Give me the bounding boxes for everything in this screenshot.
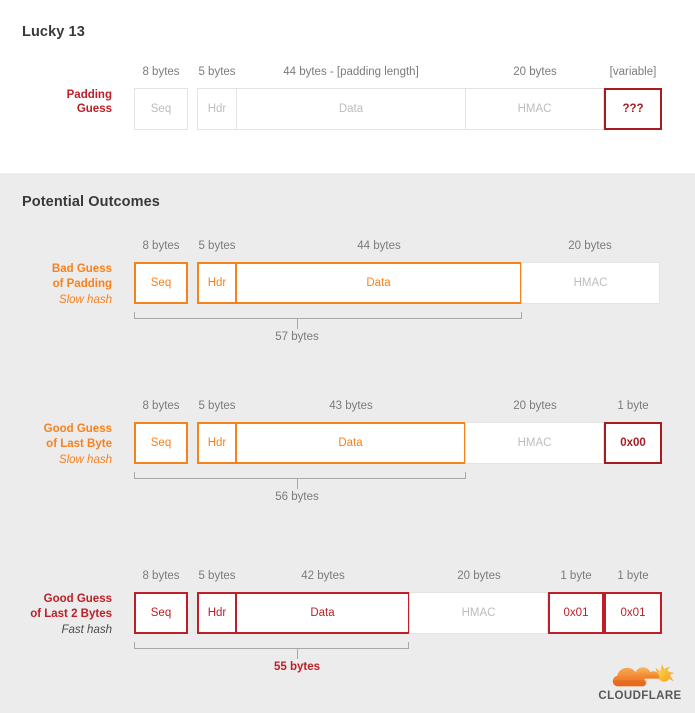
caption-hmac: 20 bytes bbox=[568, 240, 612, 252]
caption-byte-2: 1 byte bbox=[617, 570, 649, 582]
measurement-tick bbox=[297, 319, 298, 329]
field-data[interactable]: Data bbox=[235, 592, 410, 634]
caption-data: 44 bytes - [padding length] bbox=[283, 66, 419, 78]
measurement-tick bbox=[297, 649, 298, 659]
field-seq[interactable]: Seq bbox=[134, 592, 188, 634]
outcome-1-label-line2: of Last Byte bbox=[46, 438, 112, 450]
field-hmac[interactable]: HMAC bbox=[521, 262, 660, 304]
cloudflare-wordmark: CLOUDFLARE bbox=[598, 690, 682, 702]
outcome-1-sublabel: Slow hash bbox=[58, 454, 112, 466]
cloudflare-logo: CLOUDFLARE bbox=[596, 662, 684, 706]
field-data[interactable]: Data bbox=[235, 262, 522, 304]
field-padding-byte-1[interactable]: 0x01 bbox=[548, 592, 604, 634]
outcome-1-label-line1: Good Guess bbox=[43, 423, 112, 435]
outcome-row-good-guess-1byte: Good Guess of Last Byte Slow hash 8 byte… bbox=[0, 396, 695, 516]
field-data[interactable]: Data bbox=[236, 88, 466, 130]
caption-byte-1: 1 byte bbox=[560, 570, 592, 582]
caption-seq: 8 bytes bbox=[142, 570, 180, 582]
caption-variable: [variable] bbox=[609, 66, 657, 78]
field-hmac[interactable]: HMAC bbox=[465, 422, 604, 464]
outcome-0-label-line2: of Padding bbox=[52, 278, 112, 290]
potential-outcomes-title: Potential Outcomes bbox=[22, 194, 160, 210]
outcome-0-sublabel: Slow hash bbox=[58, 294, 112, 306]
caption-seq: 8 bytes bbox=[142, 66, 180, 78]
outcome-0-label-line1: Bad Guess bbox=[51, 263, 112, 275]
caption-hdr: 5 bytes bbox=[198, 66, 236, 78]
padding-guess-row: Padding Guess 8 bytes 5 bytes 44 bytes -… bbox=[0, 62, 695, 142]
measurement-bracket bbox=[134, 642, 409, 649]
caption-hmac: 20 bytes bbox=[513, 400, 557, 412]
cloudflare-cloud-icon bbox=[612, 664, 675, 687]
caption-hdr: 5 bytes bbox=[198, 240, 236, 252]
field-seq[interactable]: Seq bbox=[134, 262, 188, 304]
caption-seq: 8 bytes bbox=[142, 240, 180, 252]
measurement-label: 55 bytes bbox=[273, 661, 321, 673]
field-unknown-padding[interactable]: ??? bbox=[604, 88, 662, 130]
measurement-label: 56 bytes bbox=[275, 491, 319, 503]
field-hdr[interactable]: Hdr bbox=[197, 592, 237, 634]
measurement-bracket bbox=[134, 312, 522, 319]
caption-hmac: 20 bytes bbox=[513, 66, 557, 78]
caption-hdr: 5 bytes bbox=[198, 400, 236, 412]
padding-guess-label-line2: Guess bbox=[76, 103, 112, 115]
caption-data: 44 bytes bbox=[357, 240, 401, 252]
field-seq[interactable]: Seq bbox=[134, 422, 188, 464]
outcome-2-label-line1: Good Guess bbox=[43, 593, 112, 605]
caption-hmac: 20 bytes bbox=[457, 570, 501, 582]
outcome-2-label-line2: of Last 2 Bytes bbox=[30, 608, 112, 620]
field-hmac[interactable]: HMAC bbox=[409, 592, 548, 634]
measurement-tick bbox=[297, 479, 298, 489]
page-title: Lucky 13 bbox=[22, 24, 85, 40]
padding-guess-label-line1: Padding bbox=[66, 89, 112, 101]
field-padding-byte[interactable]: 0x00 bbox=[604, 422, 662, 464]
caption-data: 43 bytes bbox=[329, 400, 373, 412]
outcome-row-good-guess-2bytes: Good Guess of Last 2 Bytes Fast hash 8 b… bbox=[0, 566, 695, 686]
field-hdr[interactable]: Hdr bbox=[197, 422, 237, 464]
caption-seq: 8 bytes bbox=[142, 400, 180, 412]
measurement-label: 57 bytes bbox=[275, 331, 319, 343]
caption-hdr: 5 bytes bbox=[198, 570, 236, 582]
caption-last-byte: 1 byte bbox=[617, 400, 649, 412]
measurement-bracket bbox=[134, 472, 466, 479]
outcome-2-sublabel: Fast hash bbox=[61, 624, 113, 636]
field-padding-byte-2[interactable]: 0x01 bbox=[604, 592, 662, 634]
field-hdr[interactable]: Hdr bbox=[197, 88, 237, 130]
field-data[interactable]: Data bbox=[235, 422, 466, 464]
field-hmac[interactable]: HMAC bbox=[465, 88, 604, 130]
field-hdr[interactable]: Hdr bbox=[197, 262, 237, 304]
field-seq[interactable]: Seq bbox=[134, 88, 188, 130]
caption-data: 42 bytes bbox=[301, 570, 345, 582]
outcome-row-bad-guess: Bad Guess of Padding Slow hash 8 bytes 5… bbox=[0, 236, 695, 356]
